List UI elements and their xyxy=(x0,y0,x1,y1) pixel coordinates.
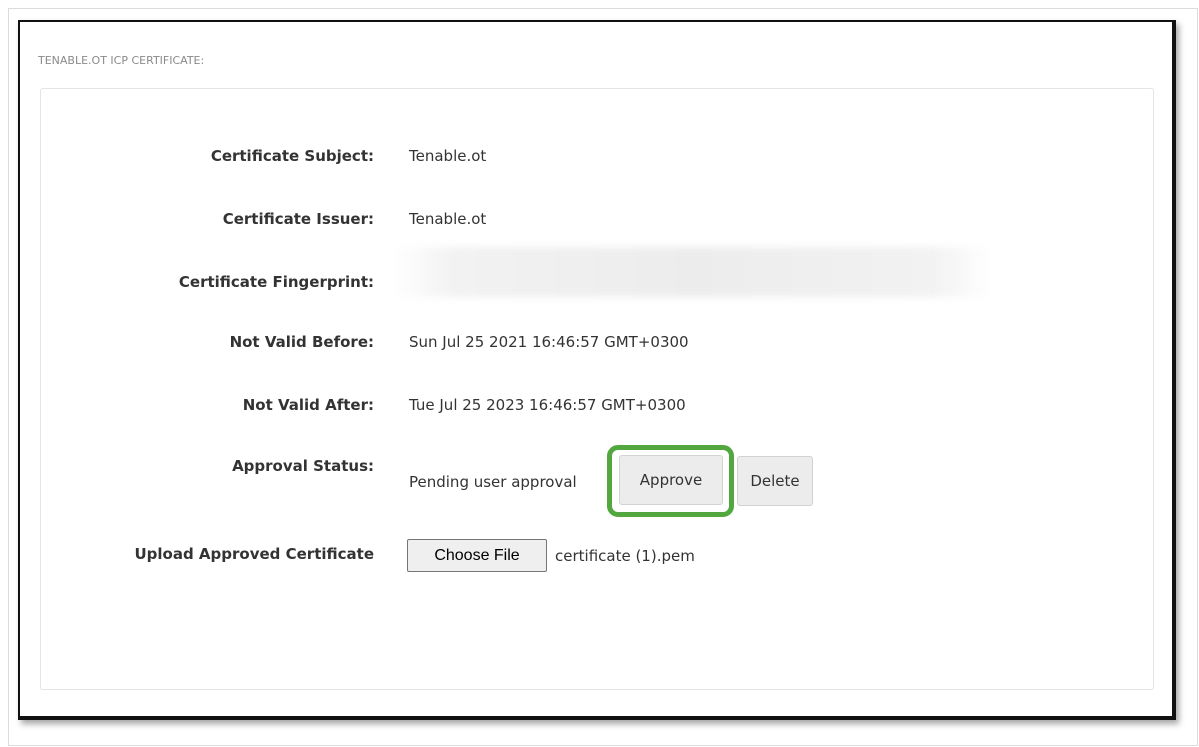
certificate-issuer-label: Certificate Issuer: xyxy=(222,210,374,228)
approval-status-label: Approval Status: xyxy=(232,457,374,475)
delete-button[interactable]: Delete xyxy=(737,456,813,506)
upload-certificate-label: Upload Approved Certificate xyxy=(134,545,374,563)
approve-highlight-box xyxy=(607,445,734,517)
choose-file-button[interactable]: Choose File xyxy=(407,539,547,572)
certificate-subject-value: Tenable.ot xyxy=(409,147,487,165)
certificate-subject-label: Certificate Subject: xyxy=(210,147,374,165)
certificate-issuer-value: Tenable.ot xyxy=(409,210,487,228)
certificate-panel: Certificate Subject: Tenable.ot Certific… xyxy=(40,88,1154,690)
not-valid-after-value: Tue Jul 25 2023 16:46:57 GMT+0300 xyxy=(409,396,686,414)
approval-status-value: Pending user approval xyxy=(409,473,577,491)
not-valid-before-value: Sun Jul 25 2021 16:46:57 GMT+0300 xyxy=(409,333,689,351)
section-title: TENABLE.OT ICP CERTIFICATE: xyxy=(38,54,205,67)
not-valid-after-label: Not Valid After: xyxy=(242,396,374,414)
not-valid-before-label: Not Valid Before: xyxy=(229,333,374,351)
certificate-fingerprint-redacted xyxy=(393,247,993,297)
certificate-window: TENABLE.OT ICP CERTIFICATE: Certificate … xyxy=(18,20,1176,720)
certificate-fingerprint-label: Certificate Fingerprint: xyxy=(178,273,374,291)
selected-file-name: certificate (1).pem xyxy=(555,547,695,565)
